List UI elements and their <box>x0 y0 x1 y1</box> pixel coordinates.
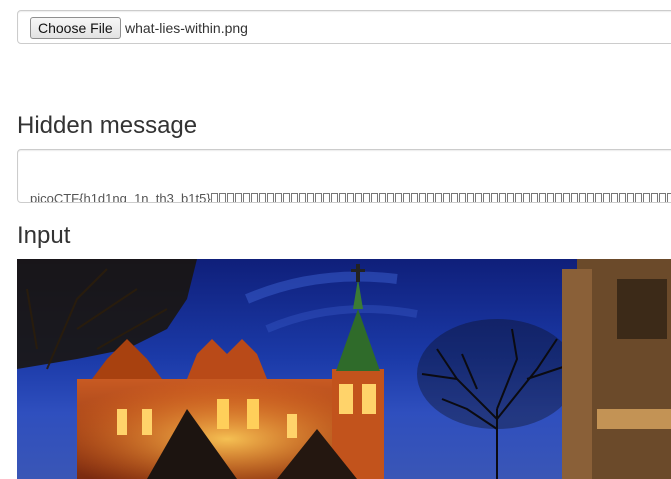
missing-glyph-box <box>506 193 514 202</box>
missing-glyph-box <box>354 193 362 202</box>
missing-glyph-box <box>570 193 578 202</box>
missing-glyph-box <box>386 193 394 202</box>
missing-glyph-box <box>378 193 386 202</box>
missing-glyph-box <box>426 193 434 202</box>
missing-glyph-box <box>594 193 602 202</box>
missing-glyph-box <box>322 193 330 202</box>
hidden-message-heading: Hidden message <box>17 112 198 139</box>
hidden-message-line-1: picoCTF{h1d1ng_1n_th3_b1t5} <box>30 190 671 203</box>
missing-glyph-box <box>562 193 570 202</box>
missing-glyph-box <box>450 193 458 202</box>
missing-glyph-box <box>474 193 482 202</box>
choose-file-button[interactable]: Choose File <box>30 17 121 39</box>
missing-glyph-box <box>602 193 610 202</box>
missing-glyph-box <box>578 193 586 202</box>
missing-glyph-box <box>314 193 322 202</box>
missing-glyph-box <box>410 193 418 202</box>
missing-glyph-box <box>490 193 498 202</box>
missing-glyph-box <box>330 193 338 202</box>
missing-glyph-box <box>418 193 426 202</box>
missing-glyph-box <box>642 193 650 202</box>
missing-glyph-box <box>434 193 442 202</box>
non-printable-glyphs <box>210 191 671 202</box>
missing-glyph-box <box>346 193 354 202</box>
missing-glyph-box <box>538 193 546 202</box>
missing-glyph-box <box>554 193 562 202</box>
missing-glyph-box <box>306 193 314 202</box>
missing-glyph-box <box>618 193 626 202</box>
missing-glyph-box <box>482 193 490 202</box>
hidden-message-flag: picoCTF{h1d1ng_1n_th3_b1t5} <box>30 191 211 203</box>
missing-glyph-box <box>634 193 642 202</box>
missing-glyph-box <box>242 193 250 202</box>
missing-glyph-box <box>282 193 290 202</box>
missing-glyph-box <box>370 193 378 202</box>
missing-glyph-box <box>658 193 666 202</box>
missing-glyph-box <box>458 193 466 202</box>
missing-glyph-box <box>466 193 474 202</box>
missing-glyph-box <box>402 193 410 202</box>
missing-glyph-box <box>610 193 618 202</box>
missing-glyph-box <box>258 193 266 202</box>
missing-glyph-box <box>266 193 274 202</box>
missing-glyph-box <box>362 193 370 202</box>
hidden-message-textarea[interactable]: picoCTF{h1d1ng_1n_th3_b1t5} <box>17 149 671 203</box>
missing-glyph-box <box>394 193 402 202</box>
missing-glyph-box <box>210 193 218 202</box>
missing-glyph-box <box>298 193 306 202</box>
missing-glyph-box <box>522 193 530 202</box>
missing-glyph-box <box>234 193 242 202</box>
missing-glyph-box <box>442 193 450 202</box>
selected-file-name: what-lies-within.png <box>125 20 248 36</box>
missing-glyph-box <box>530 193 538 202</box>
church-photo <box>17 259 671 479</box>
missing-glyph-box <box>586 193 594 202</box>
missing-glyph-box <box>218 193 226 202</box>
missing-glyph-box <box>626 193 634 202</box>
input-image <box>17 259 671 479</box>
input-heading: Input <box>17 222 71 249</box>
missing-glyph-box <box>338 193 346 202</box>
missing-glyph-box <box>250 193 258 202</box>
missing-glyph-box <box>290 193 298 202</box>
missing-glyph-box <box>514 193 522 202</box>
missing-glyph-box <box>650 193 658 202</box>
file-input[interactable]: Choose File what-lies-within.png <box>17 10 671 44</box>
missing-glyph-box <box>274 193 282 202</box>
missing-glyph-box <box>226 193 234 202</box>
missing-glyph-box <box>666 193 671 202</box>
missing-glyph-box <box>546 193 554 202</box>
hidden-message-content: picoCTF{h1d1ng_1n_th3_b1t5} <box>30 156 671 203</box>
missing-glyph-box <box>498 193 506 202</box>
